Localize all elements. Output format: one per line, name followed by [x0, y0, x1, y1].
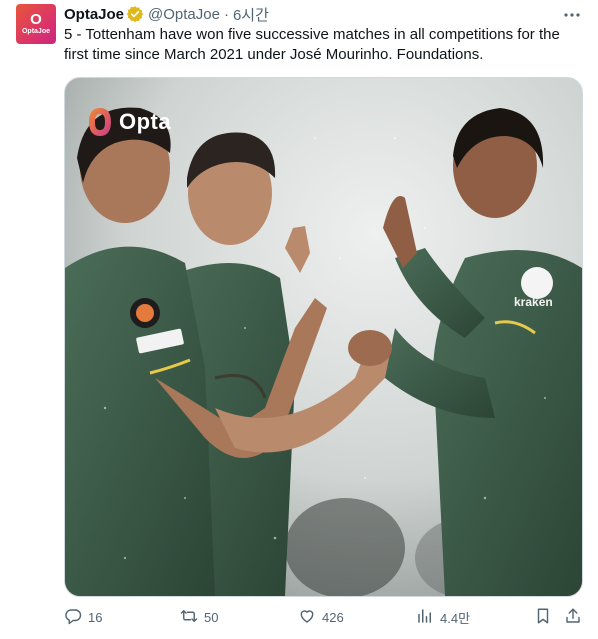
tweet-text: 5 - Tottenham have won five successive m… — [64, 26, 560, 63]
verified-badge-icon — [126, 5, 144, 23]
display-name[interactable]: OptaJoe — [64, 6, 124, 23]
user-handle[interactable]: @OptaJoe — [148, 6, 220, 23]
separator-dot: · — [223, 5, 229, 23]
views-icon — [416, 607, 434, 628]
retweet-button[interactable]: 50 — [180, 607, 218, 628]
more-icon — [563, 5, 581, 23]
opta-logo-icon — [87, 106, 113, 138]
like-button[interactable]: 426 — [298, 607, 344, 628]
views-count: 4.4만 — [440, 610, 471, 626]
opta-watermark-text: Opta — [119, 109, 172, 134]
reply-icon — [64, 607, 82, 628]
avatar-mark: O — [30, 10, 42, 28]
avatar[interactable]: O OptaJoe — [16, 4, 56, 44]
bookmark-icon — [534, 607, 552, 628]
views-button[interactable]: 4.4만 — [416, 607, 470, 628]
retweet-icon — [180, 607, 198, 628]
timestamp[interactable]: 6시간 — [233, 4, 269, 25]
tweet-photo[interactable]: kraken Opta — [64, 77, 583, 597]
sponsor-text: kraken — [514, 295, 553, 309]
tweet-card[interactable]: O OptaJoe OptaJoe @OptaJoe · 6시간 5 - Tot… — [0, 0, 598, 639]
retweet-count: 50 — [204, 609, 219, 625]
share-button[interactable] — [564, 607, 582, 628]
share-icon — [564, 607, 582, 628]
photo-illustration: kraken — [65, 78, 582, 596]
tweet-header: OptaJoe @OptaJoe · 6시간 — [64, 4, 269, 24]
avatar-text: OptaJoe — [21, 27, 50, 35]
bookmark-button[interactable] — [534, 607, 552, 628]
more-button[interactable] — [560, 4, 584, 24]
like-count: 426 — [322, 609, 344, 625]
reply-button[interactable]: 16 — [64, 607, 102, 628]
action-bar: 16 50 426 4.4만 — [64, 606, 584, 628]
reply-count: 16 — [88, 609, 103, 625]
opta-watermark: Opta — [87, 106, 171, 138]
like-icon — [298, 607, 316, 628]
